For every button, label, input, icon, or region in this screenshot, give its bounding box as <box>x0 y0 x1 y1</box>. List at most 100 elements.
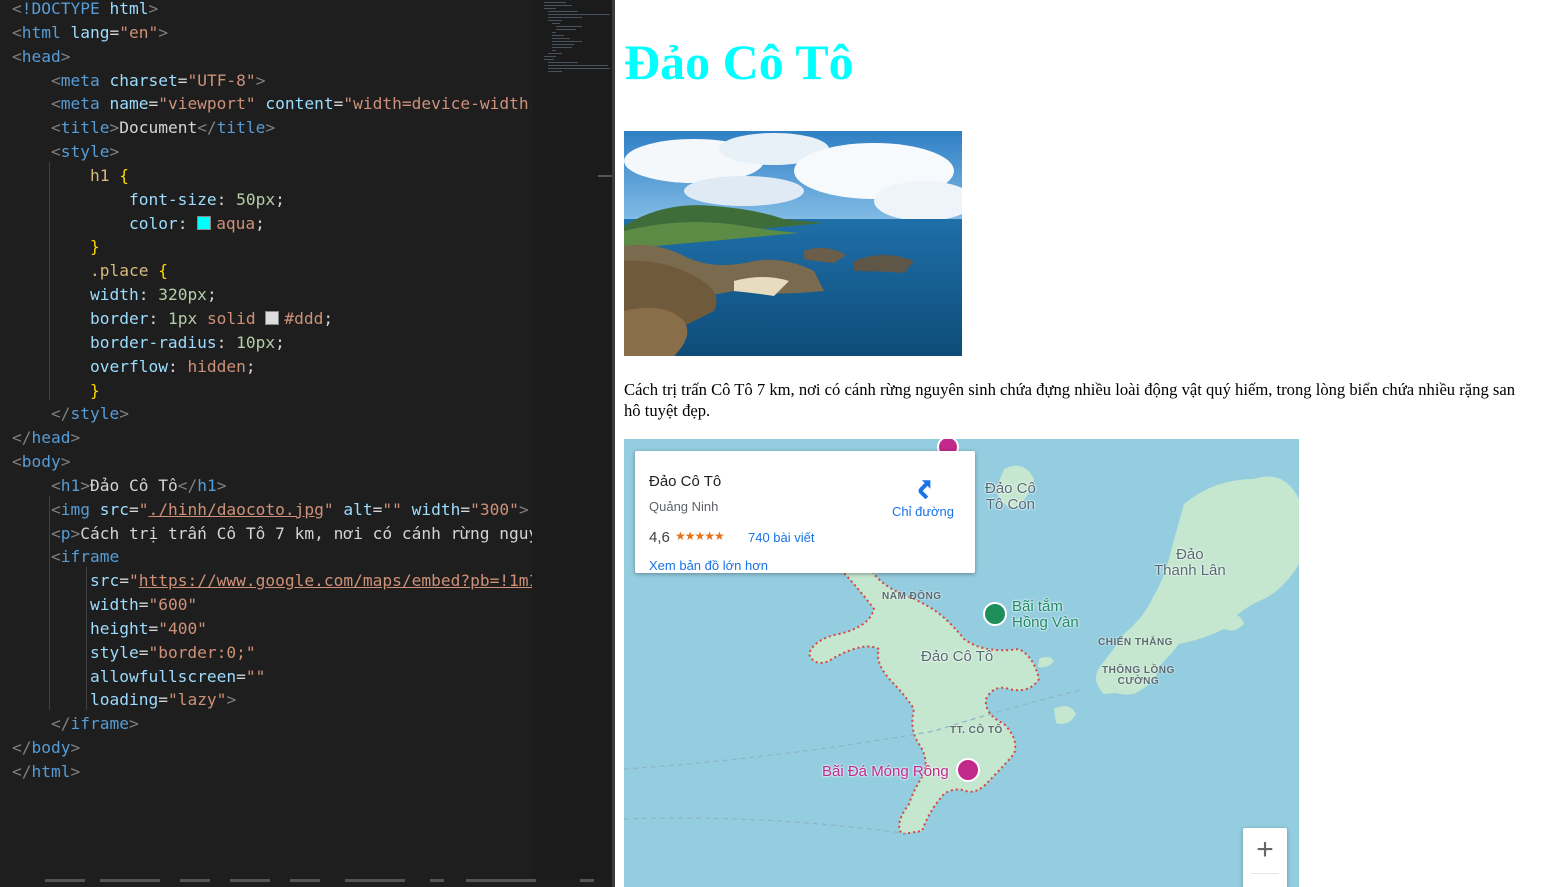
code-token: name <box>109 94 149 114</box>
code-token: < <box>50 523 61 543</box>
code-token: body <box>21 452 61 472</box>
code-token: font-size <box>128 189 217 209</box>
color-swatch[interactable] <box>197 215 212 230</box>
code-token: #ddd <box>284 308 324 328</box>
code-token: > <box>226 690 237 710</box>
code-line[interactable]: <meta name="viewport" content="width=dev… <box>12 92 532 116</box>
code-line[interactable]: <head> <box>12 45 532 69</box>
code-token: > <box>60 452 71 472</box>
code-line[interactable]: overflow: hidden; <box>12 355 532 379</box>
code-line[interactable]: <p>Cách trị trấn Cô Tô 7 km, nơi có cánh… <box>12 522 532 546</box>
code-lines[interactable]: <!DOCTYPE html> <html lang="en"> <head> <m… <box>12 0 532 784</box>
code-token: : <box>177 213 198 233</box>
code-token: width <box>411 499 461 519</box>
code-line[interactable]: } <box>12 235 532 259</box>
code-token: > <box>158 22 168 42</box>
code-line[interactable]: <h1>Đảo Cô Tô</h1> <box>12 474 532 498</box>
code-token: "width=device-width, <box>343 94 532 114</box>
code-line[interactable]: <img src="./hinh/daocoto.jpg" alt="" wid… <box>12 498 532 522</box>
code-line[interactable]: allowfullscreen="" <box>12 665 532 689</box>
code-line[interactable]: h1 { <box>12 164 532 188</box>
code-token: style <box>89 642 139 662</box>
map-label-thong-long-cuong: THÔNG LỒNG CƯỜNG <box>1102 665 1175 687</box>
code-line[interactable]: font-size: 50px; <box>12 188 532 212</box>
code-token: "400" <box>158 618 207 638</box>
map-embed[interactable]: Đảo Cô Tô Con Đảo Thanh Lân NAM ĐỒNG Bãi… <box>624 439 1299 887</box>
code-line[interactable]: <iframe <box>12 545 532 569</box>
map-label-dao-thanh-lan: Đảo Thanh Lân <box>1154 546 1226 579</box>
code-line[interactable]: loading="lazy"> <box>12 688 532 712</box>
code-token: : <box>216 189 237 209</box>
code-line[interactable]: </iframe> <box>12 712 532 736</box>
code-editor[interactable]: <!DOCTYPE html> <html lang="en"> <head> <m… <box>0 0 532 887</box>
zoom-in-button[interactable]: + <box>1243 830 1287 870</box>
code-token: ; <box>323 308 334 328</box>
code-line[interactable]: </style> <box>12 402 532 426</box>
code-token: = <box>128 499 139 519</box>
code-line[interactable]: height="400" <box>12 617 532 641</box>
directions-link[interactable]: Chỉ đường <box>887 504 959 519</box>
code-token: title <box>216 118 266 138</box>
code-token: meta <box>60 94 110 114</box>
code-token: alt <box>343 499 373 519</box>
code-token: html <box>31 762 71 781</box>
code-token: ; <box>255 213 265 233</box>
code-token: overflow <box>89 356 168 376</box>
directions-icon[interactable] <box>913 477 935 499</box>
code-token: head <box>31 428 71 448</box>
color-swatch[interactable] <box>265 310 280 325</box>
code-token: = <box>333 94 344 114</box>
code-token: < <box>12 0 22 18</box>
code-line[interactable]: </html> <box>12 760 532 784</box>
code-token: { <box>119 165 129 185</box>
code-line[interactable]: <title>Document</title> <box>12 116 532 140</box>
code-line[interactable]: style="border:0;" <box>12 641 532 665</box>
code-line[interactable]: <html lang="en"> <box>12 21 532 45</box>
code-line[interactable]: border-radius: 10px; <box>12 331 532 355</box>
code-token: = <box>236 666 246 686</box>
code-token: " <box>323 499 344 519</box>
code-token: charset <box>109 70 178 90</box>
reviews-link[interactable]: 740 bài viết <box>748 530 815 545</box>
code-line[interactable]: width="600" <box>12 593 532 617</box>
code-token: 50px <box>236 189 276 209</box>
zoom-controls: + <box>1243 828 1287 887</box>
code-line[interactable]: border: 1px solid #ddd; <box>12 307 532 331</box>
code-line[interactable]: <!DOCTYPE html> <box>12 0 532 21</box>
code-token: h1 <box>197 475 217 495</box>
code-line[interactable]: .place { <box>12 259 532 283</box>
code-line[interactable]: color: aqua; <box>12 212 532 236</box>
code-line[interactable]: </head> <box>12 426 532 450</box>
code-line[interactable]: width: 320px; <box>12 283 532 307</box>
minimap[interactable] <box>532 0 612 887</box>
code-line[interactable]: src="https://www.google.com/maps/embed?p… <box>12 569 532 593</box>
code-token: = <box>372 499 383 519</box>
code-token: h1 <box>60 475 81 495</box>
code-token: > <box>255 70 266 90</box>
code-token: > <box>70 762 81 781</box>
code-line[interactable]: <style> <box>12 140 532 164</box>
code-token: ; <box>206 285 217 305</box>
code-line[interactable]: </body> <box>12 736 532 760</box>
code-token: = <box>138 642 149 662</box>
code-token: html <box>21 22 71 42</box>
map-label-nam-dong: NAM ĐỒNG <box>882 591 942 602</box>
code-token: "UTF-8" <box>187 70 256 90</box>
map-label-dao-co-con: Đảo Cô Tô Con <box>985 480 1036 513</box>
place-name: Đảo Cô Tô <box>649 473 722 490</box>
code-token: > <box>70 523 81 543</box>
view-larger-map-link[interactable]: Xem bản đồ lớn hơn <box>649 558 768 573</box>
code-line[interactable]: } <box>12 379 532 403</box>
rating-value: 4,6 <box>649 529 670 546</box>
code-token: " <box>138 499 149 519</box>
code-line[interactable]: <body> <box>12 450 532 474</box>
code-line[interactable]: <meta charset="UTF-8"> <box>12 69 532 93</box>
code-token: "en" <box>119 22 159 42</box>
